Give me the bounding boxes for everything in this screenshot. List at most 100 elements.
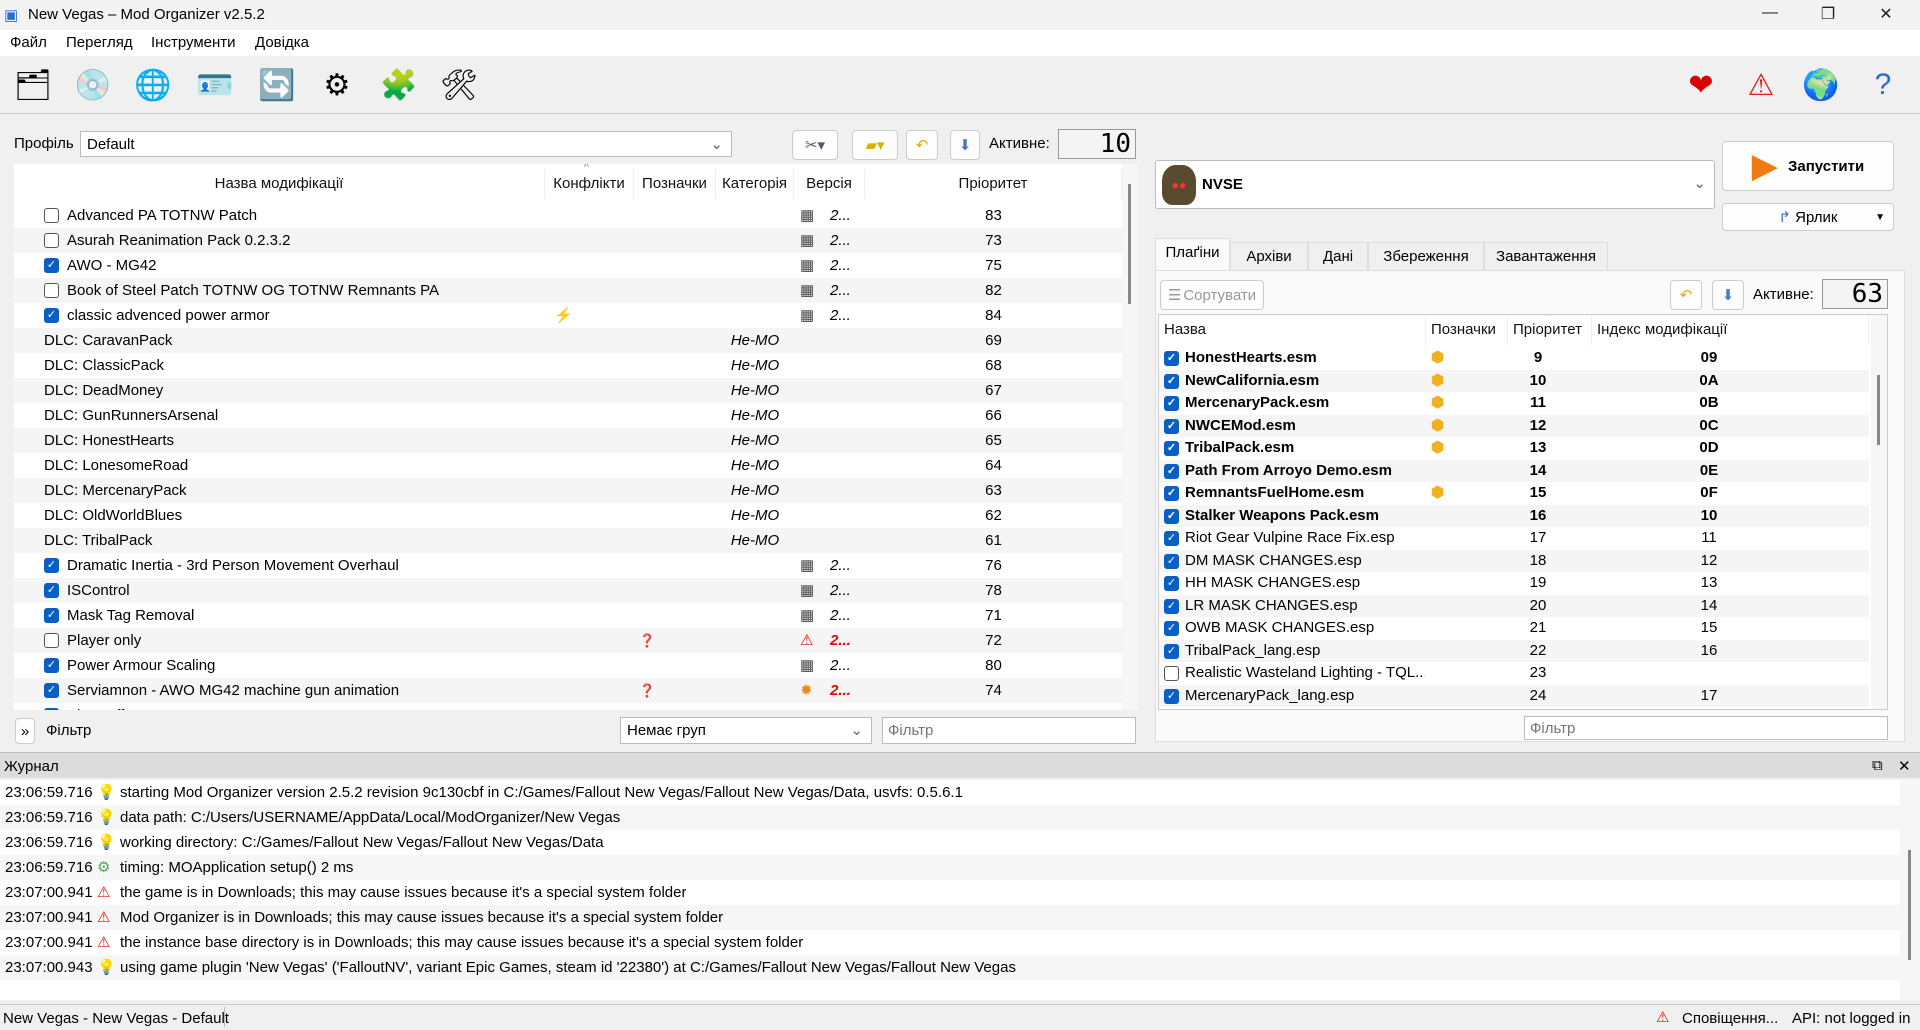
plugin-checkbox[interactable]: ✓ [1164, 351, 1179, 366]
restore-button[interactable]: ❐ [1808, 4, 1848, 24]
toolbar-button-endorse[interactable]: ❤ [1680, 64, 1722, 106]
plugin-checkbox[interactable]: ✓ [1164, 531, 1179, 546]
menu-tools[interactable]: Інструменти [151, 34, 236, 51]
mod-row[interactable]: DLC: HonestHearts Не-MO 65 [14, 428, 1122, 453]
mod-row[interactable]: DLC: ClassicPack Не-MO 68 [14, 353, 1122, 378]
plugin-checkbox[interactable]: ✓ [1164, 553, 1179, 569]
create-backup-button[interactable]: ⬇ [950, 130, 980, 160]
column-header[interactable]: Індекс модифікації [1592, 315, 1869, 345]
notifications-link[interactable]: Сповіщення... [1682, 1010, 1778, 1027]
restore-backup-button[interactable]: ↶ [906, 130, 938, 160]
executable-select[interactable]: ●● NVSE ⌄ [1155, 160, 1715, 209]
mod-checkbox[interactable]: ✓ [44, 583, 59, 598]
column-header[interactable]: Версія [794, 169, 865, 199]
tab-2[interactable]: Дані [1308, 242, 1368, 270]
mod-row[interactable]: ✓ ISControl ▦ 2... 78 [14, 578, 1122, 603]
mod-row[interactable]: DLC: LonesomeRoad Не-MO 64 [14, 453, 1122, 478]
tab-4[interactable]: Завантаження [1484, 242, 1608, 270]
mod-row[interactable]: DLC: TribalPack Не-MO 61 [14, 528, 1122, 553]
toolbar-button-tools[interactable]: 🧩 [378, 64, 420, 106]
profile-select[interactable]: Default ⌄ [80, 131, 732, 157]
plugin-row[interactable]: ✓ MercenaryPack_lang.esp 24 17 [1159, 684, 1869, 707]
tab-1[interactable]: Архіви [1230, 242, 1308, 270]
column-header[interactable]: Позначки [634, 169, 716, 199]
plugin-row[interactable]: ✓ DM MASK CHANGES.esp 18 12 [1159, 549, 1869, 572]
mod-checkbox[interactable] [44, 233, 59, 248]
tab-3[interactable]: Збереження [1368, 242, 1484, 270]
minimize-button[interactable]: — [1750, 4, 1790, 22]
menu-help[interactable]: Довідка [255, 34, 309, 51]
mod-checkbox[interactable]: ✓ [44, 558, 59, 573]
mod-checkbox[interactable] [44, 633, 59, 648]
mod-row[interactable]: Advanced PA TOTNW Patch ▦ 2... 83 [14, 203, 1122, 228]
mod-checkbox[interactable]: ✓ [44, 258, 59, 273]
column-header[interactable]: Пріоритет [1508, 315, 1592, 345]
float-icon[interactable]: ⧉ [1872, 757, 1883, 774]
column-header[interactable]: Позначки [1426, 315, 1508, 345]
close-icon[interactable]: ✕ [1898, 757, 1911, 775]
mod-checkbox[interactable]: ✓ [44, 683, 59, 698]
plugin-row[interactable]: ✓ OWB MASK CHANGES.esp 21 15 [1159, 617, 1869, 640]
mod-row[interactable]: Player only ❓ ⚠ 2... 72 [14, 628, 1122, 653]
column-header[interactable]: Назва модифікації [14, 169, 545, 199]
expand-filters-button[interactable]: » [15, 718, 35, 744]
mod-row[interactable]: DLC: MercenaryPack Не-MO 63 [14, 478, 1122, 503]
close-button[interactable]: ✕ [1866, 4, 1906, 24]
menu-view[interactable]: Перегляд [66, 34, 133, 51]
mod-row[interactable]: DLC: DeadMoney Не-MO 67 [14, 378, 1122, 403]
mod-actions-button[interactable]: ✂▾ [792, 130, 838, 160]
mod-row[interactable]: ✓ Mask Tag Removal ▦ 2... 71 [14, 603, 1122, 628]
toolbar-button-update[interactable]: 🌍 [1800, 64, 1842, 106]
plugin-checkbox[interactable]: ✓ [1164, 463, 1179, 479]
run-button[interactable]: ▶ Запустити [1722, 141, 1894, 191]
toolbar-button-install-mod[interactable]: 💿 [72, 64, 114, 106]
toolbar-button-settings[interactable]: 🛠 [438, 64, 480, 106]
plugin-row[interactable]: ✓ NWCEMod.esm ⬢ 12 0C [1159, 414, 1869, 437]
mod-list-scrollbar[interactable] [1122, 164, 1138, 710]
plugin-checkbox[interactable]: ✓ [1164, 576, 1179, 591]
mod-row[interactable]: ✓ Power Armour Scaling ▦ 2... 80 [14, 653, 1122, 678]
plugin-checkbox[interactable]: ✓ [1164, 373, 1179, 389]
toolbar-button-nexus[interactable]: 🌐 [132, 64, 174, 106]
plugin-row[interactable]: ✓ TribalPack.esm ⬢ 13 0D [1159, 437, 1869, 460]
log-scrollbar[interactable] [1900, 780, 1920, 1000]
column-header[interactable]: Назва [1159, 315, 1426, 345]
column-header[interactable]: Пріоритет [865, 169, 1122, 199]
toolbar-button-refresh[interactable]: 🔄 [256, 64, 298, 106]
group-select[interactable]: Немає груп ⌄ [620, 717, 872, 744]
shortcut-button[interactable]: ↱ Ярлик ▼ [1722, 203, 1894, 231]
sort-button[interactable]: ☰ Сортувати [1160, 280, 1264, 310]
mod-row[interactable]: ✓ Serviamnon - AWO MG42 machine gun anima… [14, 678, 1122, 703]
mod-row[interactable]: DLC: GunRunnersArsenal Не-MO 66 [14, 403, 1122, 428]
plugin-row[interactable]: ✓ NewCalifornia.esm ⬢ 10 0A [1159, 369, 1869, 392]
mod-row[interactable]: Book of Steel Patch TOTNW OG TOTNW Remna… [14, 278, 1122, 303]
backup-plugins-button[interactable]: ⬇ [1712, 280, 1744, 310]
menu-file[interactable]: Файл [10, 34, 47, 51]
plugin-row[interactable]: ✓ RemnantsFuelHome.esm ⬢ 15 0F [1159, 482, 1869, 505]
plugin-checkbox[interactable]: ✓ [1164, 396, 1179, 411]
plugin-checkbox[interactable]: ✓ [1164, 621, 1179, 636]
plugin-row[interactable]: ✓ TribalPack_lang.esp 22 16 [1159, 639, 1869, 662]
plugin-row[interactable]: ✓ LR MASK CHANGES.esp 20 14 [1159, 594, 1869, 617]
plugin-list-scrollbar[interactable] [1871, 315, 1887, 709]
toolbar-button-help[interactable]: ? [1862, 64, 1904, 106]
mod-checkbox[interactable]: ✓ [44, 308, 59, 323]
plugin-checkbox[interactable]: ✓ [1164, 688, 1179, 704]
mod-row[interactable]: Asurah Reanimation Pack 0.2.3.2 ▦ 2... 73 [14, 228, 1122, 253]
plugin-row[interactable]: ✓ Path From Arroyo Demo.esm 14 0E [1159, 459, 1869, 482]
mod-row[interactable]: DLC: OldWorldBlues Не-MO 62 [14, 503, 1122, 528]
plugin-checkbox[interactable]: ✓ [1164, 486, 1179, 501]
plugin-checkbox[interactable]: ✓ [1164, 418, 1179, 434]
plugin-row[interactable]: ✓ HH MASK CHANGES.esp 19 13 [1159, 572, 1869, 595]
mod-row[interactable]: ✓ classic advenced power armor ⚡ ▦ 2... 84 [14, 303, 1122, 328]
plugin-checkbox[interactable]: ✓ [1164, 598, 1179, 614]
toolbar-button-instances[interactable]: 🗂 [12, 64, 54, 106]
mod-checkbox[interactable]: ✓ [44, 708, 59, 710]
plugin-row[interactable]: Realistic Wasteland Lighting - TQL... 23 [1159, 662, 1869, 685]
plugin-checkbox[interactable]: ✓ [1164, 643, 1179, 659]
plugin-row[interactable]: ✓ HonestHearts.esm ⬢ 9 09 [1159, 347, 1869, 370]
column-header[interactable]: Конфлікти [545, 169, 634, 199]
restore-plugins-button[interactable]: ↶ [1670, 280, 1702, 310]
mod-filter-input[interactable] [882, 717, 1136, 744]
plugin-row[interactable]: ✓ MercenaryPack.esm ⬢ 11 0B [1159, 392, 1869, 415]
